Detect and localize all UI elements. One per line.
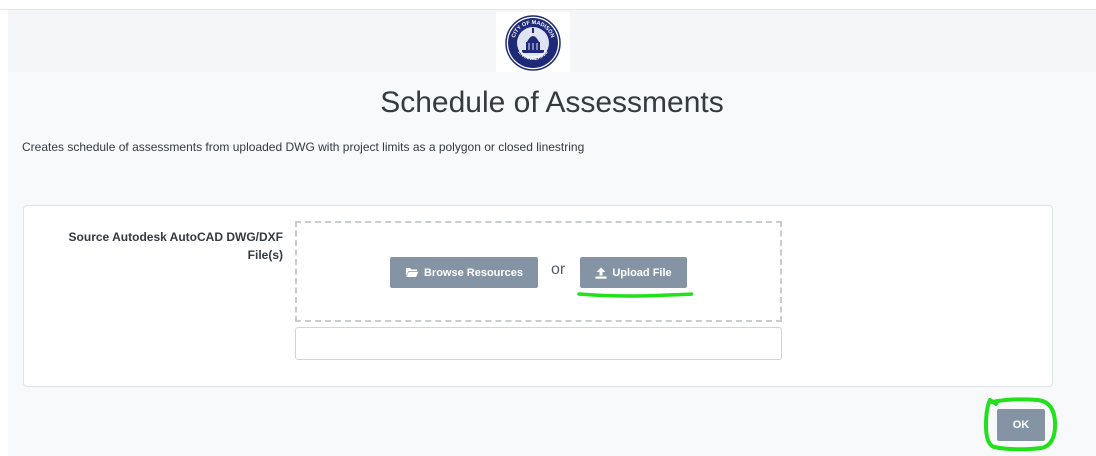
upload-file-label: Upload File <box>612 266 672 279</box>
browse-resources-label: Browse Resources <box>423 266 524 279</box>
file-dropzone[interactable]: Browse Resources or Upload File <box>295 221 782 322</box>
page: CITY OF MADISON ENGINEERING Schedule of … <box>0 0 1096 456</box>
page-title: Schedule of Assessments <box>380 86 724 119</box>
ok-highlight-annotation <box>984 397 1058 452</box>
selected-files-field[interactable] <box>295 327 782 360</box>
or-separator: or <box>551 261 566 278</box>
folder-open-icon <box>405 267 419 278</box>
upload-file-button[interactable]: Upload File <box>580 257 687 288</box>
source-file-card: Source Autodesk AutoCAD DWG/DXF File(s) … <box>23 205 1053 387</box>
browse-resources-button[interactable]: Browse Resources <box>390 257 538 288</box>
page-description: Creates schedule of assessments from upl… <box>22 140 585 154</box>
source-file-label: Source Autodesk AutoCAD DWG/DXF File(s) <box>68 230 283 262</box>
upload-highlight-annotation <box>577 292 694 298</box>
upload-icon <box>595 267 607 279</box>
city-of-madison-engineering-logo: CITY OF MADISON ENGINEERING <box>496 12 570 72</box>
